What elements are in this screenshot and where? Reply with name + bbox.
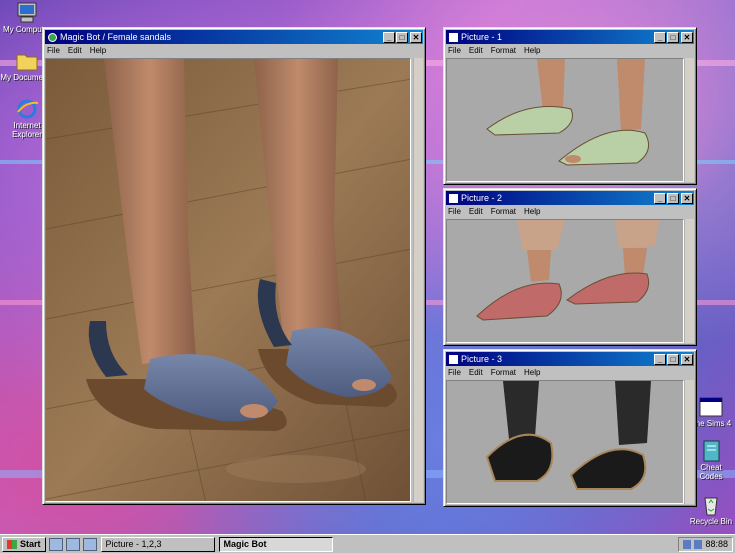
window-title: Picture - 3 <box>461 354 503 364</box>
start-button[interactable]: Start <box>2 536 46 552</box>
clock: 88:88 <box>705 539 728 549</box>
maximize-button[interactable]: □ <box>667 353 679 365</box>
window-title: Picture - 2 <box>461 193 503 203</box>
windows-logo-icon <box>7 539 17 549</box>
menu-help[interactable]: Help <box>524 207 540 216</box>
window-title: Magic Bot / Female sandals <box>60 32 172 42</box>
minimize-button[interactable]: _ <box>654 192 666 204</box>
taskbar-button-label: Magic Bot <box>223 539 267 549</box>
picture-window-icon <box>449 193 458 203</box>
menu-help[interactable]: Help <box>90 46 106 55</box>
menu-file[interactable]: File <box>448 368 461 377</box>
close-button[interactable]: ✕ <box>681 31 693 43</box>
recycle-bin-icon <box>699 494 723 516</box>
maximize-button[interactable]: □ <box>667 31 679 43</box>
title-bar[interactable]: Magic Bot / Female sandals _ □ ✕ <box>45 30 423 44</box>
taskbar-button-label: Picture - 1,2,3 <box>105 539 162 549</box>
maximize-button[interactable]: □ <box>667 192 679 204</box>
close-button[interactable]: ✕ <box>681 353 693 365</box>
menu-edit[interactable]: Edit <box>469 207 483 216</box>
desktop-icon-label: Cheat Codes <box>699 463 723 481</box>
picture-1-image <box>446 58 684 182</box>
main-image <box>45 58 411 502</box>
notepad-icon <box>699 440 723 462</box>
title-bar[interactable]: Picture - 3 _ □ ✕ <box>446 352 694 366</box>
menu-bar: File Edit Format Help <box>446 44 694 56</box>
picture-window-icon <box>449 354 458 364</box>
taskbar-button-magic-bot[interactable]: Magic Bot <box>218 536 333 552</box>
picture-window-1[interactable]: Picture - 1 _ □ ✕ File Edit Format Help <box>443 27 697 185</box>
sims-window-icon <box>699 396 723 418</box>
close-button[interactable]: ✕ <box>681 192 693 204</box>
internet-explorer-icon <box>15 98 39 120</box>
title-bar[interactable]: Picture - 2 _ □ ✕ <box>446 191 694 205</box>
maximize-button[interactable]: □ <box>396 31 408 43</box>
quick-launch-browser-icon[interactable] <box>65 537 80 551</box>
menu-file[interactable]: File <box>448 46 461 55</box>
menu-format[interactable]: Format <box>491 368 516 377</box>
system-tray: 88:88 <box>678 536 733 552</box>
quick-launch-desktop-icon[interactable] <box>48 537 63 551</box>
folder-icon <box>15 50 39 72</box>
menu-file[interactable]: File <box>448 207 461 216</box>
start-label: Start <box>20 539 41 549</box>
vertical-scrollbar[interactable] <box>684 219 694 343</box>
desktop-icon-label: Recycle Bin <box>689 517 733 526</box>
tray-volume-icon[interactable] <box>683 539 692 549</box>
vertical-scrollbar[interactable] <box>684 58 694 182</box>
vertical-scrollbar[interactable] <box>684 380 694 504</box>
minimize-button[interactable]: _ <box>383 31 395 43</box>
vertical-scrollbar[interactable] <box>413 58 423 502</box>
taskbar: Start Picture - 1,2,3 Magic Bot 88:88 <box>0 534 735 553</box>
close-button[interactable]: ✕ <box>410 31 422 43</box>
menu-bar: File Edit Format Help <box>446 366 694 378</box>
picture-window-3[interactable]: Picture - 3 _ □ ✕ File Edit Format Help <box>443 349 697 507</box>
picture-2-image <box>446 219 684 343</box>
window-title: Picture - 1 <box>461 32 503 42</box>
menu-bar: File Edit Help <box>45 44 423 56</box>
picture-window-icon <box>449 32 458 42</box>
minimize-button[interactable]: _ <box>654 31 666 43</box>
main-window[interactable]: Magic Bot / Female sandals _ □ ✕ File Ed… <box>42 27 426 505</box>
menu-help[interactable]: Help <box>524 368 540 377</box>
menu-edit[interactable]: Edit <box>469 46 483 55</box>
picture-window-2[interactable]: Picture - 2 _ □ ✕ File Edit Format Help <box>443 188 697 346</box>
magic-bot-icon <box>48 32 57 42</box>
menu-edit[interactable]: Edit <box>68 46 82 55</box>
minimize-button[interactable]: _ <box>654 353 666 365</box>
menu-help[interactable]: Help <box>524 46 540 55</box>
menu-format[interactable]: Format <box>491 207 516 216</box>
menu-bar: File Edit Format Help <box>446 205 694 217</box>
menu-file[interactable]: File <box>47 46 60 55</box>
title-bar[interactable]: Picture - 1 _ □ ✕ <box>446 30 694 44</box>
tray-network-icon[interactable] <box>694 539 703 549</box>
picture-3-image <box>446 380 684 504</box>
menu-edit[interactable]: Edit <box>469 368 483 377</box>
taskbar-button-pictures[interactable]: Picture - 1,2,3 <box>100 536 215 552</box>
menu-format[interactable]: Format <box>491 46 516 55</box>
quick-launch-folder-icon[interactable] <box>82 537 97 551</box>
computer-icon <box>15 2 39 24</box>
desktop-icon-label: Internet Explorer <box>12 121 42 139</box>
